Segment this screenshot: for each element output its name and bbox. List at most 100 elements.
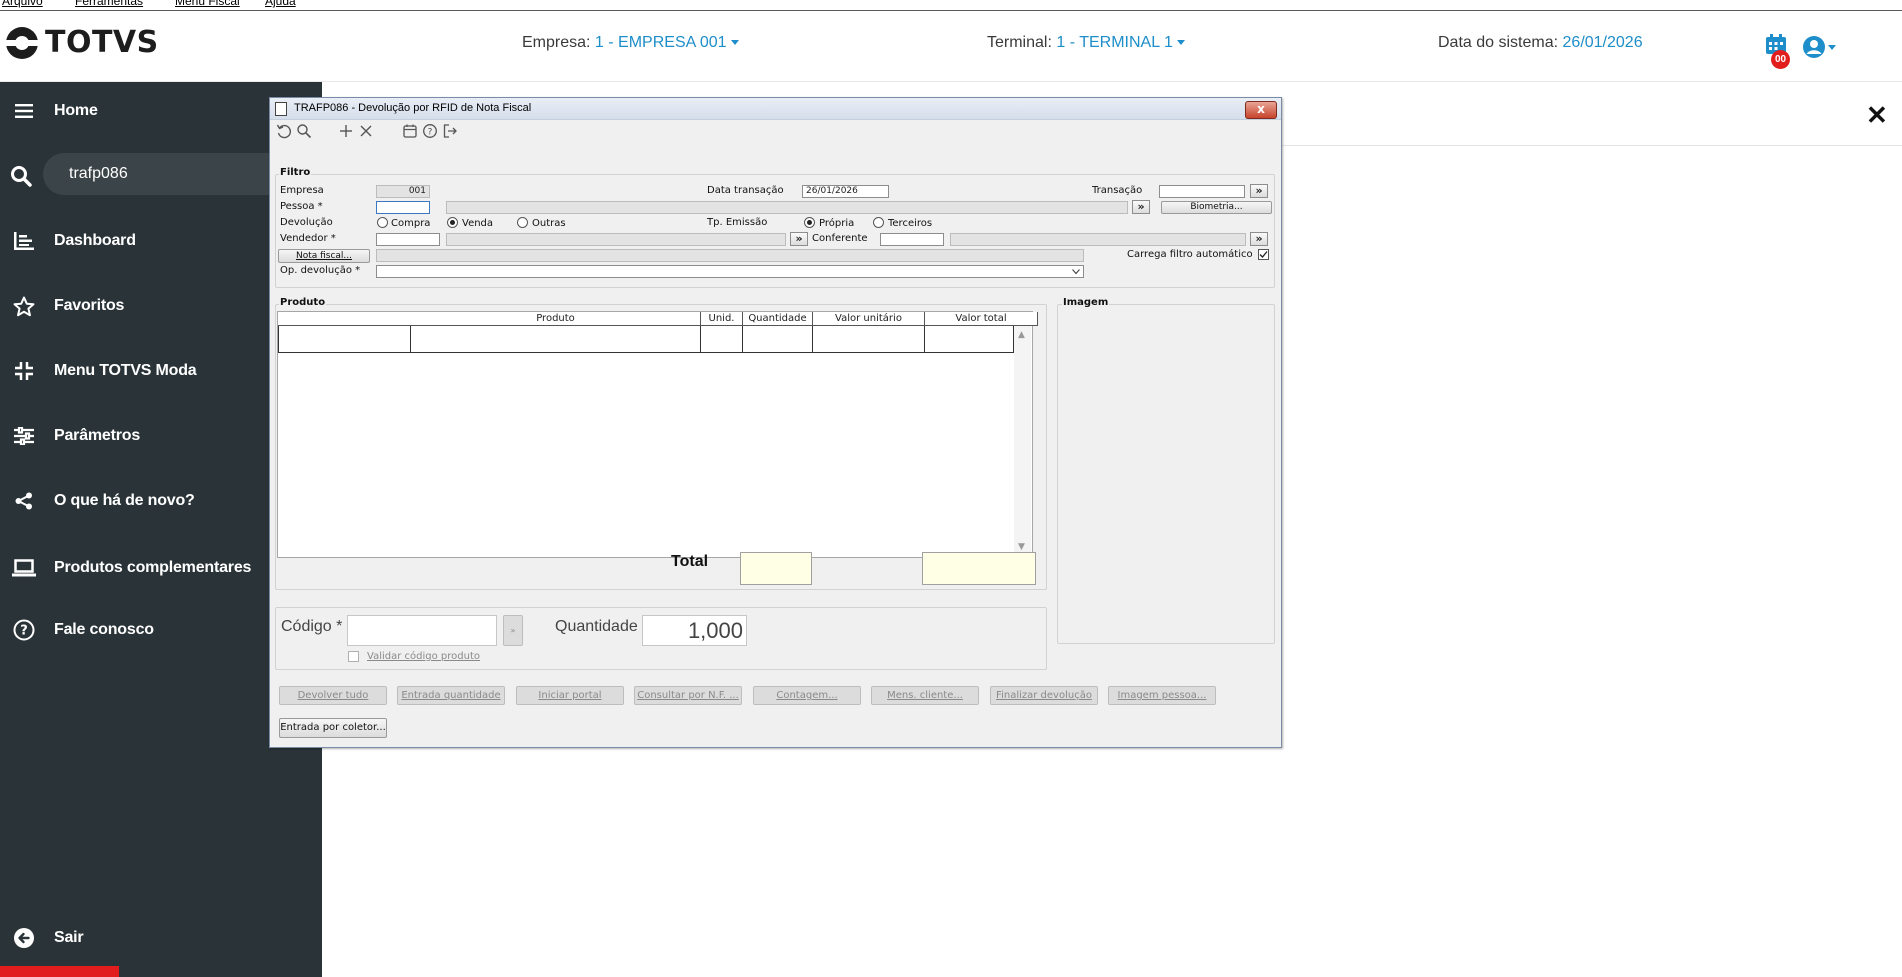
button-label: Iniciar portal: [538, 690, 602, 701]
tp-emissao-terceiros-label: Terceiros: [888, 218, 933, 229]
devolucao-compra-label: Compra: [391, 218, 431, 229]
calendar-icon[interactable]: [402, 123, 418, 139]
help-icon[interactable]: ?: [422, 123, 438, 139]
mens-cliente-button[interactable]: Mens. cliente...: [871, 686, 979, 705]
refresh-icon[interactable]: [276, 123, 292, 139]
conferente-name-field: [950, 233, 1246, 246]
contagem-button[interactable]: Contagem...: [753, 686, 861, 705]
total-quantidade-field: [740, 552, 812, 585]
empresa-label: Empresa: [280, 185, 324, 196]
devolucao-compra-radio[interactable]: [377, 217, 388, 228]
grid-scrollbar[interactable]: ▲ ▼: [1014, 326, 1031, 556]
trafp086-dialog: TRAFP086 - Devolução por RFID de Nota Fi…: [269, 97, 1282, 748]
col-header-valor-unitario[interactable]: Valor unitário: [813, 312, 925, 326]
nota-fiscal-field: [376, 249, 1084, 262]
user-menu[interactable]: [1802, 35, 1836, 64]
total-valor-field: [922, 552, 1036, 585]
tp-emissao-terceiros-radio[interactable]: [873, 217, 884, 228]
validar-codigo-label: Validar código produto: [367, 651, 480, 662]
sliders-icon: [12, 424, 36, 448]
totvs-logo[interactable]: TOTVS: [4, 25, 159, 60]
consultar-nf-button[interactable]: Consultar por N.F. ...: [634, 686, 742, 705]
dialog-titlebar: TRAFP086 - Devolução por RFID de Nota Fi…: [270, 98, 1281, 120]
vendedor-field[interactable]: [376, 233, 440, 246]
dialog-close-button[interactable]: x: [1245, 101, 1277, 119]
conferente-lookup-button[interactable]: »: [1250, 232, 1268, 246]
devolucao-venda-radio[interactable]: [447, 217, 458, 228]
sidebar-item-label: Sair: [54, 929, 84, 946]
exit-icon[interactable]: [442, 123, 458, 139]
empresa-label: Empresa:: [522, 34, 591, 51]
devolver-tudo-button[interactable]: Devolver tudo: [279, 686, 387, 705]
progress-bar: [0, 966, 119, 977]
svg-text:?: ?: [428, 128, 433, 138]
finalizar-devolucao-button[interactable]: Finalizar devolução: [990, 686, 1098, 705]
vendedor-name-field: [446, 233, 786, 246]
carrega-filtro-checkbox[interactable]: [1258, 249, 1269, 260]
col-header-valor-total[interactable]: Valor total: [925, 312, 1038, 326]
terminal-selector[interactable]: Terminal: 1 - TERMINAL 1: [987, 34, 1185, 52]
conferente-field[interactable]: [880, 233, 944, 246]
menu-fiscal[interactable]: Menu Fiscal: [175, 0, 240, 8]
user-icon: [1803, 36, 1836, 58]
tp-emissao-propria-label: Própria: [819, 218, 855, 229]
validar-codigo-checkbox[interactable]: [348, 651, 359, 662]
empresa-selector[interactable]: Empresa: 1 - EMPRESA 001: [522, 34, 739, 52]
table-cell[interactable]: [925, 326, 1014, 353]
imagem-pessoa-button[interactable]: Imagem pessoa...: [1108, 686, 1216, 705]
search-icon[interactable]: [10, 165, 32, 192]
data-transacao-field[interactable]: 26/01/2026: [802, 185, 889, 198]
scroll-down-icon[interactable]: ▼: [1018, 542, 1025, 552]
svg-text:?: ?: [20, 624, 28, 639]
menu-ferramentas[interactable]: Ferramentas: [75, 0, 143, 8]
help-icon: ?: [12, 618, 36, 642]
transacao-field[interactable]: [1159, 185, 1245, 198]
col-header-quantidade[interactable]: Quantidade: [743, 312, 813, 326]
op-devolucao-label: Op. devolução *: [280, 265, 361, 276]
close-icon[interactable]: ✕: [1866, 100, 1888, 131]
button-label: Devolver tudo: [297, 690, 369, 701]
table-cell[interactable]: [278, 326, 411, 353]
col-header-produto[interactable]: Produto: [278, 312, 701, 326]
menu-ajuda[interactable]: Ajuda: [265, 0, 296, 8]
empresa-field[interactable]: 001: [376, 185, 430, 198]
star-icon: [12, 294, 36, 318]
quantidade-input[interactable]: 1,000: [642, 615, 747, 646]
empresa-value: 1 - EMPRESA 001: [594, 34, 727, 51]
menu-arquivo[interactable]: Arquivo: [2, 0, 43, 8]
sidebar-item-label: Produtos complementares: [54, 559, 252, 576]
terminal-value: 1 - TERMINAL 1: [1056, 34, 1173, 51]
sidebar-item-label: Favoritos: [54, 297, 125, 314]
codigo-input[interactable]: [347, 615, 497, 646]
devolucao-outras-label: Outras: [532, 218, 566, 229]
filtro-title: Filtro: [279, 167, 312, 178]
table-cell[interactable]: [701, 326, 743, 353]
iniciar-portal-button[interactable]: Iniciar portal: [516, 686, 624, 705]
delete-icon[interactable]: [358, 123, 374, 139]
conferente-label: Conferente: [812, 233, 868, 244]
scroll-up-icon[interactable]: ▲: [1018, 330, 1025, 340]
sidebar-item-label: Home: [54, 102, 98, 119]
table-cell[interactable]: [813, 326, 925, 353]
nota-fiscal-button[interactable]: Nota fiscal...: [278, 249, 370, 263]
document-icon: [275, 102, 287, 116]
pessoa-lookup-button[interactable]: »: [1132, 200, 1150, 214]
table-cell[interactable]: [411, 326, 701, 353]
biometria-button[interactable]: Biometria...: [1161, 201, 1272, 214]
col-header-unid[interactable]: Unid.: [701, 312, 743, 326]
pessoa-field[interactable]: [376, 201, 430, 214]
imagem-title: Imagem: [1062, 297, 1110, 308]
transacao-lookup-button[interactable]: »: [1250, 184, 1268, 198]
search-icon[interactable]: [296, 123, 312, 139]
add-icon[interactable]: [338, 123, 354, 139]
op-devolucao-select[interactable]: [376, 265, 1084, 278]
codigo-lookup-button[interactable]: »: [503, 615, 523, 646]
table-cell[interactable]: [743, 326, 813, 353]
devolucao-outras-radio[interactable]: [517, 217, 528, 228]
vendedor-lookup-button[interactable]: »: [790, 232, 808, 246]
entrada-quantidade-button[interactable]: Entrada quantidade: [397, 686, 505, 705]
sidebar-item-sair[interactable]: Sair: [0, 918, 322, 958]
tp-emissao-propria-radio[interactable]: [804, 217, 815, 228]
devolucao-label: Devolução: [280, 217, 333, 228]
entrada-coletor-button[interactable]: Entrada por coletor...: [279, 718, 387, 738]
